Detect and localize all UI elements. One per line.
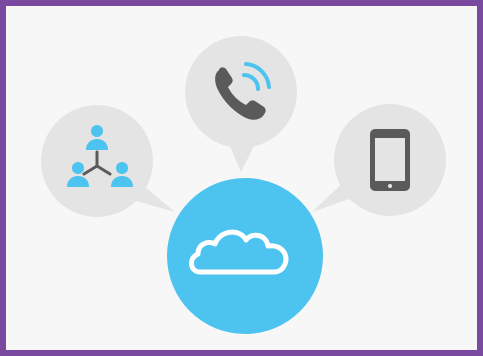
cloud-circle — [167, 178, 323, 334]
smartphone-bubble — [312, 104, 446, 216]
people-network-bubble — [41, 105, 175, 217]
smartphone-icon — [370, 129, 410, 191]
phone-bubble — [185, 36, 297, 172]
cloud-services-illustration — [41, 36, 446, 334]
illustration-frame — [0, 0, 483, 356]
